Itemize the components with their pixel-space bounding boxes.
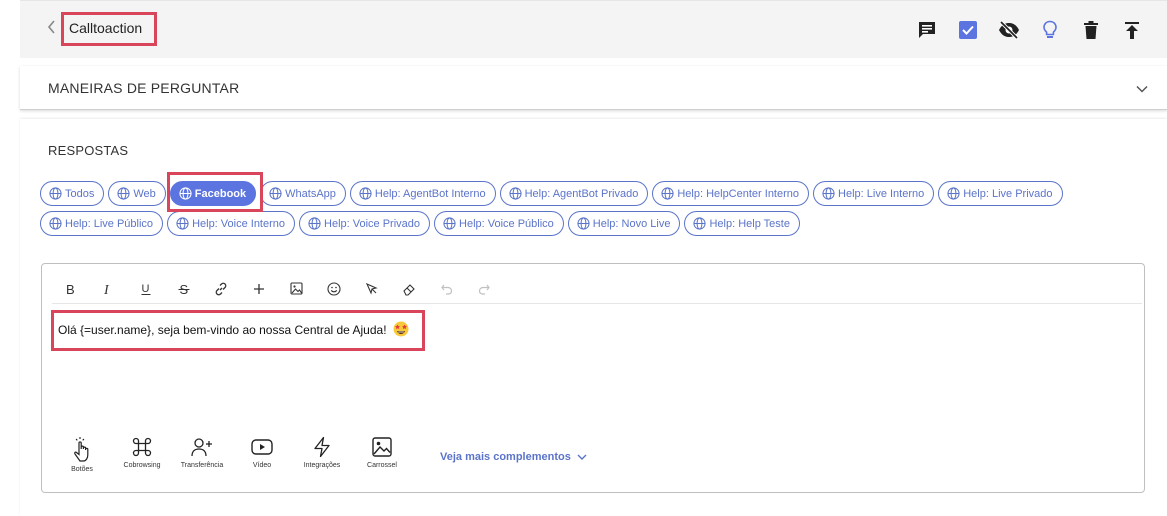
- complements-bar: Botões Cobrowsing Transferência Vídeo In…: [52, 436, 412, 473]
- editor-toolbar: B I U S: [52, 274, 1142, 304]
- lightning-icon: [314, 436, 330, 458]
- back-chevron-icon[interactable]: [46, 19, 60, 39]
- image-icon[interactable]: [278, 277, 316, 301]
- buttons-complement[interactable]: Botões: [52, 436, 112, 473]
- eraser-icon[interactable]: [390, 277, 428, 301]
- globe-icon: [947, 187, 960, 200]
- pointer-icon[interactable]: [353, 277, 391, 301]
- globe-icon: [577, 217, 590, 230]
- globe-icon: [49, 217, 62, 230]
- lightbulb-icon[interactable]: [1039, 19, 1061, 41]
- chip-help-live-interno[interactable]: Help: Live Interno: [813, 181, 935, 206]
- image-icon: [372, 437, 392, 457]
- chip-help-voice-publico[interactable]: Help: Voice Público: [434, 211, 564, 236]
- cobrowsing-complement[interactable]: Cobrowsing: [112, 436, 172, 469]
- video-icon: [251, 439, 273, 455]
- ways-to-ask-accordion[interactable]: MANEIRAS DE PERGUNTAR: [20, 66, 1167, 110]
- message-text[interactable]: Olá {=user.name}, seja bem-vindo ao noss…: [58, 321, 409, 340]
- globe-icon: [822, 187, 835, 200]
- chevron-down-icon[interactable]: [1135, 82, 1149, 96]
- chevron-down-icon: [577, 454, 587, 460]
- user-plus-icon: [191, 438, 212, 457]
- header-bar: Calltoaction: [20, 0, 1167, 58]
- globe-icon: [117, 187, 130, 200]
- command-icon: [132, 437, 152, 457]
- responses-title: RESPOSTAS: [48, 143, 129, 158]
- undo-icon[interactable]: [428, 277, 466, 301]
- globe-icon: [359, 187, 372, 200]
- globe-icon: [49, 187, 62, 200]
- eye-off-icon[interactable]: [998, 19, 1020, 41]
- chip-help-live-publico[interactable]: Help: Live Público: [40, 211, 164, 236]
- star-struck-emoji: [393, 321, 409, 340]
- chip-help-voice-interno[interactable]: Help: Voice Interno: [167, 211, 296, 236]
- chip-web[interactable]: Web: [108, 181, 166, 206]
- channel-chips-row-2: Help: Live Público Help: Voice Interno H…: [40, 211, 800, 236]
- transfer-complement[interactable]: Transferência: [172, 436, 232, 469]
- globe-icon: [443, 217, 456, 230]
- video-complement[interactable]: Vídeo: [232, 436, 292, 469]
- svg-text:U: U: [141, 283, 149, 295]
- globe-icon: [308, 217, 321, 230]
- svg-text:B: B: [66, 282, 75, 296]
- page-title: Calltoaction: [69, 20, 143, 36]
- italic-icon[interactable]: I: [90, 277, 128, 301]
- link-icon[interactable]: [202, 277, 240, 301]
- add-icon[interactable]: [240, 277, 278, 301]
- chip-help-live-privado[interactable]: Help: Live Privado: [938, 181, 1063, 206]
- globe-icon: [661, 187, 674, 200]
- chip-help-voice-privado[interactable]: Help: Voice Privado: [299, 211, 431, 236]
- chip-help-novo-live[interactable]: Help: Novo Live: [567, 211, 681, 236]
- touch-icon: [74, 437, 89, 462]
- globe-icon: [176, 217, 189, 230]
- checkbox-icon[interactable]: [957, 19, 979, 41]
- globe-icon: [693, 217, 707, 230]
- responses-card: RESPOSTAS Todos Web Facebook WhatsApp He…: [20, 119, 1167, 516]
- redo-icon[interactable]: [466, 277, 504, 301]
- chip-help-helpcenter-interno[interactable]: Help: HelpCenter Interno: [652, 181, 810, 206]
- bold-icon[interactable]: B: [52, 277, 90, 301]
- integrations-complement[interactable]: Integrações: [292, 436, 352, 469]
- globe-icon: [508, 187, 522, 200]
- chat-icon[interactable]: [916, 19, 938, 41]
- emoji-icon[interactable]: [315, 277, 353, 301]
- trash-icon[interactable]: [1080, 19, 1102, 41]
- strikethrough-icon[interactable]: S: [165, 277, 203, 301]
- chip-help-help-teste[interactable]: Help: Help Teste: [684, 211, 800, 236]
- publish-icon[interactable]: [1121, 19, 1143, 41]
- svg-text:I: I: [103, 283, 110, 296]
- carousel-complement[interactable]: Carrossel: [352, 436, 412, 469]
- facebook-chip-highlight: [167, 172, 263, 212]
- chip-help-agentbot-privado[interactable]: Help: AgentBot Privado: [499, 181, 649, 206]
- rich-text-editor[interactable]: B I U S Olá {=user.name}, seja bem-vindo…: [41, 263, 1145, 493]
- header-actions: [916, 19, 1143, 41]
- chip-todos[interactable]: Todos: [40, 181, 105, 206]
- globe-icon: [269, 187, 282, 200]
- more-complements-link[interactable]: Veja mais complementos: [440, 451, 587, 463]
- chip-help-agentbot-interno[interactable]: Help: AgentBot Interno: [349, 181, 496, 206]
- page: Calltoaction MANEIRAS DE PERGUNTAR RESPO…: [0, 0, 1167, 516]
- underline-icon[interactable]: U: [127, 277, 165, 301]
- accordion-title: MANEIRAS DE PERGUNTAR: [48, 80, 240, 96]
- chip-whatsapp[interactable]: WhatsApp: [260, 181, 346, 206]
